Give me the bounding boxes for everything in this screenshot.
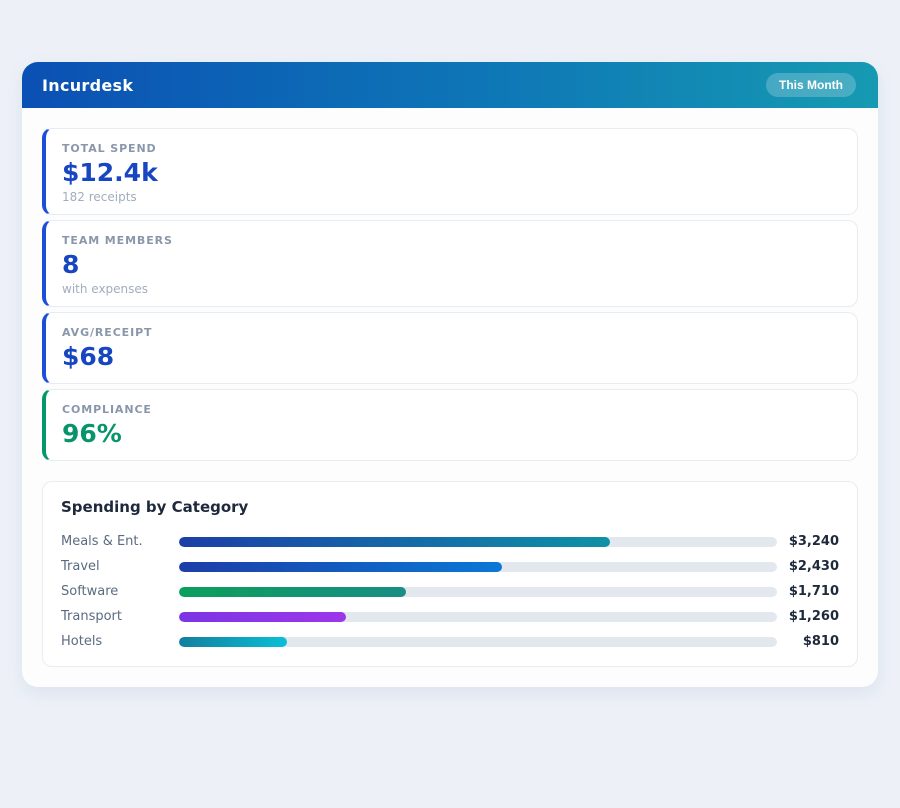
bar-fill-transport	[179, 612, 346, 622]
category-label: Transport	[61, 609, 179, 624]
panel-header: Incurdesk This Month	[22, 62, 878, 108]
stat-label: TEAM MEMBERS	[62, 234, 841, 247]
dashboard-panel: Incurdesk This Month TOTAL SPEND $12.4k …	[22, 62, 878, 687]
stat-card-team-members: TEAM MEMBERS 8 with expenses	[42, 220, 858, 307]
bar-fill-software	[179, 587, 406, 597]
chart-title: Spending by Category	[61, 498, 839, 516]
stat-value: 96%	[62, 420, 841, 448]
stat-label: AVG/RECEIPT	[62, 326, 841, 339]
category-value: $3,240	[777, 534, 839, 549]
category-label: Software	[61, 584, 179, 599]
spending-by-category-card: Spending by Category Meals & Ent. $3,240…	[42, 481, 858, 667]
stat-value: $12.4k	[62, 159, 841, 187]
category-value: $1,710	[777, 584, 839, 599]
bar-track	[179, 562, 777, 572]
chart-row-meals: Meals & Ent. $3,240	[61, 529, 839, 554]
bar-fill-hotels	[179, 637, 287, 647]
category-value: $810	[777, 634, 839, 649]
bar-track	[179, 612, 777, 622]
category-label: Hotels	[61, 634, 179, 649]
stat-card-total-spend: TOTAL SPEND $12.4k 182 receipts	[42, 128, 858, 215]
stat-card-compliance: COMPLIANCE 96%	[42, 389, 858, 461]
chart-row-transport: Transport $1,260	[61, 604, 839, 629]
bar-track	[179, 637, 777, 647]
stat-value: $68	[62, 343, 841, 371]
category-value: $1,260	[777, 609, 839, 624]
bar-fill-meals	[179, 537, 610, 547]
panel-body: TOTAL SPEND $12.4k 182 receipts TEAM MEM…	[22, 108, 878, 687]
category-value: $2,430	[777, 559, 839, 574]
chart-row-hotels: Hotels $810	[61, 629, 839, 654]
chart-row-software: Software $1,710	[61, 579, 839, 604]
stat-label: COMPLIANCE	[62, 403, 841, 416]
stat-subtext: 182 receipts	[62, 190, 841, 204]
category-label: Meals & Ent.	[61, 534, 179, 549]
period-badge[interactable]: This Month	[766, 73, 856, 97]
bar-track	[179, 587, 777, 597]
bar-fill-travel	[179, 562, 502, 572]
app-title: Incurdesk	[42, 76, 133, 95]
stat-card-avg-receipt: AVG/RECEIPT $68	[42, 312, 858, 384]
category-label: Travel	[61, 559, 179, 574]
bar-track	[179, 537, 777, 547]
stat-label: TOTAL SPEND	[62, 142, 841, 155]
chart-row-travel: Travel $2,430	[61, 554, 839, 579]
stat-value: 8	[62, 251, 841, 279]
stat-subtext: with expenses	[62, 282, 841, 296]
